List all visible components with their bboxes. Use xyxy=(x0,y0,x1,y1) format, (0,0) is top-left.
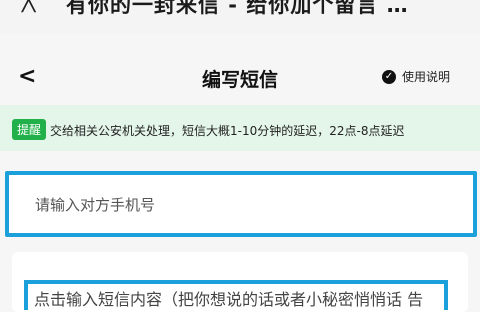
phone-number-input[interactable] xyxy=(33,191,437,219)
usage-help-label: 使用说明 xyxy=(401,70,450,84)
top-title: 有你的一封来信 - 给你加个留言 … xyxy=(66,0,409,17)
notice-banner: 提醒 交给相关公安机关处理，短信大概1-10分钟的延迟，22点-8点延迟 xyxy=(0,105,480,151)
usage-help-button[interactable]: ✓ 使用说明 xyxy=(381,68,450,85)
top-title-bar: ╳ 有你的一封来信 - 给你加个留言 … xyxy=(0,0,480,34)
message-card: 点击输入短信内容（把你想说的话或者小秘密悄悄话 告 xyxy=(12,252,468,312)
page-header: < 编写短信 ✓ 使用说明 xyxy=(0,56,480,100)
phone-field-box xyxy=(5,171,477,237)
check-circle-icon: ✓ xyxy=(381,69,396,84)
notice-text: 交给相关公安机关处理，短信大概1-10分钟的延迟，22点-8点延迟 xyxy=(50,124,405,138)
notice-tag: 提醒 xyxy=(12,119,47,140)
message-content-input[interactable]: 点击输入短信内容（把你想说的话或者小秘密悄悄话 告 xyxy=(24,280,448,310)
close-icon[interactable]: ╳ xyxy=(22,0,35,13)
